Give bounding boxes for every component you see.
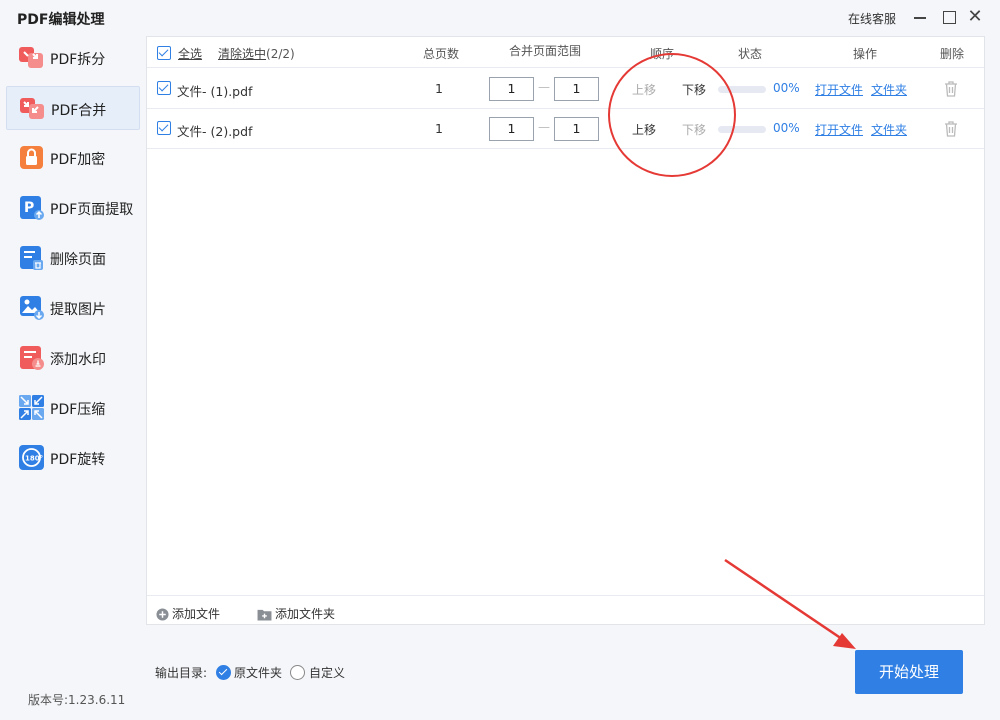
range-to-input[interactable]: 1 xyxy=(554,77,599,101)
add-folder-label: 添加文件夹 xyxy=(275,607,336,621)
select-all-checkbox[interactable] xyxy=(157,46,171,60)
plus-circle-icon xyxy=(156,608,169,621)
sidebar-item-label: PDF压缩 xyxy=(50,402,106,418)
header-merge-range: 合并页面范围 xyxy=(509,44,582,58)
clear-selection: 清除选中(2/2) xyxy=(218,45,295,62)
split-icon xyxy=(18,44,45,71)
start-processing-button[interactable]: 开始处理 xyxy=(855,650,963,694)
range-separator: — xyxy=(538,80,550,94)
sidebar: PDF拆分 PDF合并 PDF加密 P PDF页面提取 删除页面 提取图片 添加… xyxy=(0,36,146,720)
svg-text:180°: 180° xyxy=(25,455,43,463)
header-status: 状态 xyxy=(738,47,763,61)
open-file-link[interactable]: 打开文件 xyxy=(815,81,863,98)
delete-page-icon xyxy=(18,244,45,271)
sidebar-item-add-watermark[interactable]: 添加水印 xyxy=(6,336,140,380)
sidebar-item-label: 提取图片 xyxy=(50,302,106,318)
sidebar-item-pdf-page-extract[interactable]: P PDF页面提取 xyxy=(6,186,140,230)
trash-icon[interactable] xyxy=(943,80,959,98)
table-header: 全选 清除选中(2/2) 总页数 合并页面范围 顺序 状态 操作 删除 xyxy=(147,37,984,68)
range-separator: — xyxy=(538,120,550,134)
table-row: 文件- (1).pdf 1 1 — 1 上移 下移 00% 打开文件 文件夹 xyxy=(147,69,984,109)
sidebar-item-pdf-split[interactable]: PDF拆分 xyxy=(6,36,140,80)
sidebar-item-label: PDF旋转 xyxy=(50,452,106,468)
image-extract-icon xyxy=(18,294,45,321)
select-all-link[interactable]: 全选 xyxy=(178,45,202,62)
add-folder-button[interactable]: 添加文件夹 xyxy=(257,605,335,622)
option-custom-label: 自定义 xyxy=(309,666,346,680)
panel-footer: 添加文件 添加文件夹 xyxy=(147,595,984,625)
sidebar-item-label: PDF合并 xyxy=(51,103,107,119)
row-checkbox[interactable] xyxy=(157,81,171,95)
move-down-button[interactable]: 下移 xyxy=(682,121,706,138)
open-folder-link[interactable]: 文件夹 xyxy=(871,121,907,138)
progress-percent: 00% xyxy=(773,81,800,95)
header-delete: 删除 xyxy=(940,47,965,61)
total-pages: 1 xyxy=(435,121,443,136)
file-name: 文件- (2).pdf xyxy=(177,124,253,139)
sidebar-item-pdf-merge[interactable]: PDF合并 xyxy=(6,86,140,130)
table-row: 文件- (2).pdf 1 1 — 1 上移 下移 00% 打开文件 文件夹 xyxy=(147,109,984,149)
compress-icon xyxy=(18,394,45,421)
sidebar-item-label: PDF加密 xyxy=(50,152,106,168)
svg-text:P: P xyxy=(24,200,34,216)
sidebar-item-label: 添加水印 xyxy=(50,352,106,368)
header-total-pages: 总页数 xyxy=(423,47,460,61)
progress-percent: 00% xyxy=(773,121,800,135)
online-support-link[interactable]: 在线客服 xyxy=(848,10,896,27)
range-to-input[interactable]: 1 xyxy=(554,117,599,141)
folder-plus-icon xyxy=(257,609,272,621)
selected-count: (2/2) xyxy=(266,47,295,61)
row-checkbox[interactable] xyxy=(157,121,171,135)
file-name: 文件- (1).pdf xyxy=(177,84,253,99)
sidebar-item-delete-page[interactable]: 删除页面 xyxy=(6,236,140,280)
merge-icon xyxy=(19,95,46,122)
file-list-panel: 全选 清除选中(2/2) 总页数 合并页面范围 顺序 状态 操作 删除 文件- … xyxy=(146,36,985,625)
header-operations: 操作 xyxy=(853,47,878,61)
move-up-button[interactable]: 上移 xyxy=(632,121,656,138)
header-order: 顺序 xyxy=(650,47,675,61)
output-directory: 输出目录: 原文件夹 自定义 xyxy=(155,664,345,681)
version-label: 版本号:1.23.6.11 xyxy=(28,693,126,707)
sidebar-item-pdf-encrypt[interactable]: PDF加密 xyxy=(6,136,140,180)
radio-custom[interactable] xyxy=(290,665,305,680)
lock-icon xyxy=(18,144,45,171)
sidebar-item-pdf-compress[interactable]: PDF压缩 xyxy=(6,386,140,430)
sidebar-item-label: PDF页面提取 xyxy=(50,202,134,218)
add-file-label: 添加文件 xyxy=(172,607,221,621)
app-title: PDF编辑处理 xyxy=(17,12,105,28)
range-from-input[interactable]: 1 xyxy=(489,77,534,101)
rotate-icon: 180° xyxy=(18,444,45,471)
progress-bar xyxy=(718,86,766,93)
page-extract-icon: P xyxy=(18,194,45,221)
minimize-button[interactable] xyxy=(911,8,929,26)
total-pages: 1 xyxy=(435,81,443,96)
sidebar-item-label: PDF拆分 xyxy=(50,52,106,68)
move-down-button[interactable]: 下移 xyxy=(682,81,706,98)
title-bar: PDF编辑处理 在线客服 ✕ xyxy=(0,0,1000,36)
radio-original-folder[interactable] xyxy=(216,665,231,680)
sidebar-item-label: 删除页面 xyxy=(50,252,106,268)
sidebar-item-extract-images[interactable]: 提取图片 xyxy=(6,286,140,330)
clear-selected-link[interactable]: 清除选中 xyxy=(218,47,266,61)
move-up-button[interactable]: 上移 xyxy=(632,81,656,98)
close-button[interactable]: ✕ xyxy=(966,8,984,26)
option-original-label: 原文件夹 xyxy=(234,666,283,680)
open-folder-link[interactable]: 文件夹 xyxy=(871,81,907,98)
progress-bar xyxy=(718,126,766,133)
watermark-icon xyxy=(18,344,45,371)
sidebar-item-pdf-rotate[interactable]: 180° PDF旋转 xyxy=(6,436,140,480)
trash-icon[interactable] xyxy=(943,120,959,138)
open-file-link[interactable]: 打开文件 xyxy=(815,121,863,138)
add-file-button[interactable]: 添加文件 xyxy=(156,605,220,622)
maximize-button[interactable] xyxy=(940,8,958,26)
output-label: 输出目录: xyxy=(155,666,208,680)
range-from-input[interactable]: 1 xyxy=(489,117,534,141)
